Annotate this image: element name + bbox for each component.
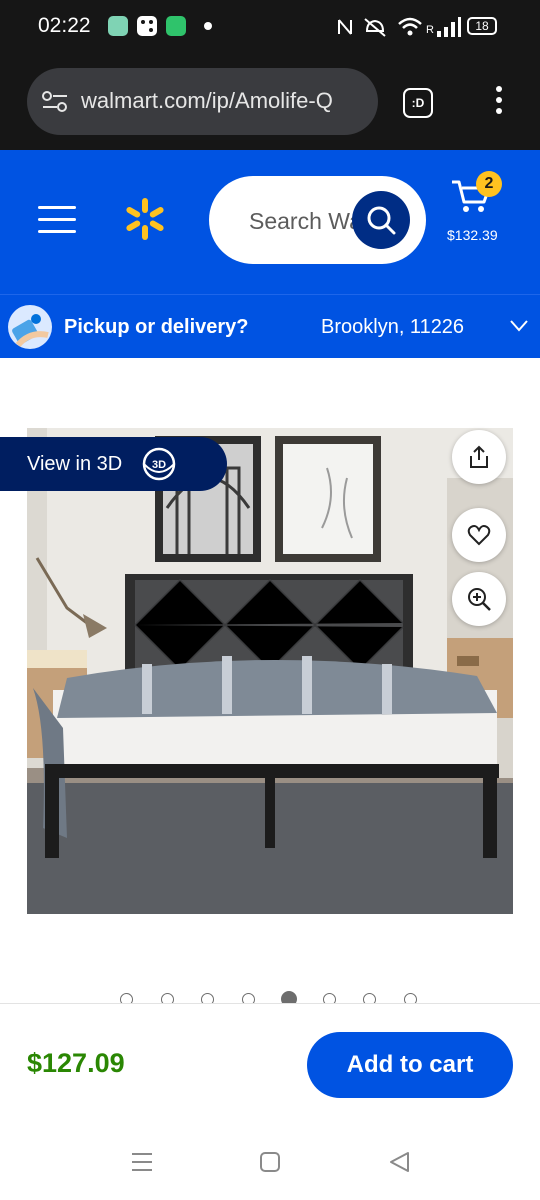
- share-icon: [470, 445, 488, 468]
- product-price: $127.09: [27, 1048, 125, 1078]
- cart-count-badge[interactable]: 2: [476, 171, 502, 197]
- more-notifications-dot: [204, 22, 212, 30]
- menu-icon[interactable]: [38, 206, 76, 234]
- address-bar[interactable]: walmart.com/ip/Amolife-Q: [27, 68, 378, 135]
- tab-switcher-button[interactable]: :D: [403, 88, 433, 118]
- search-button[interactable]: [352, 191, 410, 249]
- battery-icon: 18: [467, 17, 497, 35]
- dice-app-icon: [137, 16, 157, 36]
- search-placeholder: Search Walmart: [249, 208, 354, 234]
- add-to-cart-button[interactable]: Add to cart: [307, 1032, 513, 1098]
- battery-app-icon: [166, 16, 186, 36]
- network-type: R: [426, 24, 434, 36]
- pickup-illustration-icon: [8, 305, 52, 349]
- back-icon[interactable]: [388, 1151, 410, 1173]
- chevron-down-icon[interactable]: [509, 319, 529, 333]
- zoom-in-icon: [468, 588, 491, 611]
- pickup-location[interactable]: Brooklyn, 11226: [321, 316, 464, 339]
- status-bar: 02:22 R 18: [0, 0, 540, 54]
- nfc-icon: [338, 19, 352, 35]
- product-image[interactable]: [27, 428, 513, 914]
- recent-apps-icon[interactable]: [130, 1151, 154, 1173]
- view-3d-badge-text: 3D: [152, 459, 166, 471]
- view-in-3d-button[interactable]: View in 3D 3D: [0, 437, 227, 491]
- pickup-delivery-bar[interactable]: Pickup or delivery? Brooklyn, 11226: [0, 294, 540, 358]
- view-3d-icon: 3D: [142, 447, 176, 481]
- site-header: Search Walmart: [0, 150, 540, 294]
- heart-icon: [467, 525, 491, 546]
- pickup-title[interactable]: Pickup or delivery?: [64, 316, 249, 339]
- view-in-3d-label: View in 3D: [27, 453, 123, 475]
- favorite-button[interactable]: [452, 508, 506, 562]
- browser-menu-icon[interactable]: [490, 86, 508, 120]
- signal-icon: [437, 17, 461, 37]
- cart-total[interactable]: $132.39: [447, 227, 498, 243]
- mute-icon: [364, 18, 386, 37]
- url-text[interactable]: walmart.com/ip/Amolife-Q: [81, 88, 371, 114]
- buy-bar: $127.09 Add to cart: [0, 1003, 540, 1123]
- share-button[interactable]: [452, 430, 506, 484]
- walmart-spark-logo[interactable]: [122, 196, 168, 242]
- status-time: 02:22: [38, 14, 91, 37]
- app-notification-icon: [108, 16, 128, 36]
- home-icon[interactable]: [259, 1151, 281, 1173]
- browser-toolbar: walmart.com/ip/Amolife-Q :D: [0, 54, 540, 150]
- wifi-icon: [398, 17, 422, 36]
- zoom-button[interactable]: [452, 572, 506, 626]
- search-icon: [367, 206, 396, 235]
- system-navigation-bar: [0, 1123, 540, 1200]
- search-input[interactable]: Search Walmart: [209, 176, 426, 264]
- site-settings-icon[interactable]: [41, 90, 69, 114]
